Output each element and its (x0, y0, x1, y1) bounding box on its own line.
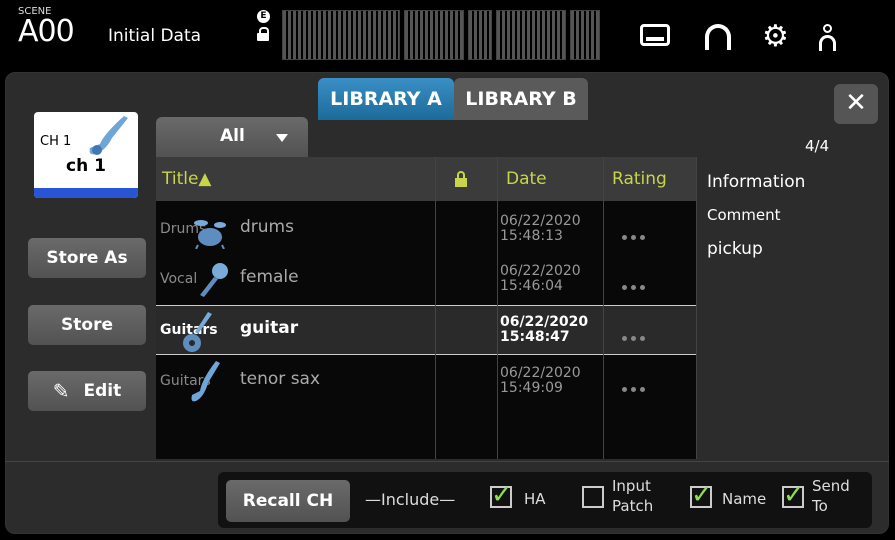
saxophone-icon (89, 116, 128, 155)
close-button[interactable]: ✕ (834, 84, 878, 124)
rating-column-header[interactable]: Rating (612, 169, 667, 189)
include-label: —Include— (365, 490, 456, 509)
divider (5, 461, 889, 462)
library-table: Title▲ Date Rating Drums drums 06/22/202… (156, 157, 876, 459)
channel-block: CH 1 ch 1 (34, 112, 138, 198)
microphone-icon (200, 263, 228, 297)
meter-group (282, 10, 400, 60)
lock-column-icon[interactable] (455, 171, 467, 187)
column-divider (603, 157, 604, 459)
column-divider (696, 157, 697, 459)
lock-icon (257, 27, 269, 41)
gear-icon[interactable]: ⚙ (762, 22, 789, 52)
table-row[interactable]: Guitars tenor sax 06/22/2020 15:49:09 (156, 357, 696, 407)
name-label: Name (722, 490, 767, 508)
scene-title[interactable]: Initial Data (108, 26, 201, 46)
meter-group (496, 10, 566, 60)
edit-label: Edit (83, 381, 122, 401)
row-title: female (240, 267, 299, 287)
send-to-checkbox[interactable] (782, 480, 805, 510)
tab-library-b[interactable]: LIBRARY B (454, 78, 588, 120)
date-column-header[interactable]: Date (506, 169, 547, 189)
store-button[interactable]: Store (28, 305, 146, 345)
row-rating[interactable] (622, 377, 649, 396)
chevron-down-icon (276, 134, 288, 142)
headphones-icon[interactable] (705, 24, 731, 50)
top-bar: SCENE A00 Initial Data E ⚙ (0, 0, 895, 72)
user-icon[interactable] (818, 24, 838, 52)
meter-group (468, 10, 492, 60)
name-checkbox[interactable] (690, 480, 713, 510)
meter-group (404, 10, 464, 60)
row-rating[interactable] (622, 225, 649, 244)
row-title: guitar (240, 318, 299, 338)
item-counter: 4/4 (805, 137, 830, 155)
input-patch-label: Input Patch (612, 477, 654, 515)
column-divider (497, 157, 498, 459)
channel-number: CH 1 (40, 134, 72, 149)
recorder-icon[interactable] (640, 24, 670, 46)
filter-dropdown[interactable]: All (156, 117, 308, 157)
ha-label: HA (524, 490, 546, 508)
e-indicator-icon: E (257, 10, 270, 23)
drums-icon (194, 220, 226, 249)
row-title: drums (240, 217, 294, 237)
guitar-icon (183, 312, 212, 352)
row-category: Vocal (160, 271, 198, 287)
input-patch-checkbox[interactable] (582, 486, 604, 508)
row-date: 06/22/2020 15:48:47 (500, 314, 589, 345)
table-row-selected[interactable]: Guitars guitar 06/22/2020 15:48:47 (156, 305, 696, 355)
row-rating[interactable] (622, 275, 649, 294)
row-date: 06/22/2020 15:48:13 (500, 213, 581, 244)
row-date: 06/22/2020 15:46:04 (500, 263, 581, 294)
meter-group (570, 10, 600, 60)
saxophone-icon (191, 361, 220, 402)
ha-checkbox[interactable] (490, 480, 513, 510)
channel-color-bar (34, 188, 138, 198)
table-header: Title▲ Date Rating (156, 157, 696, 201)
table-row[interactable]: Vocal female 06/22/2020 15:46:04 (156, 255, 696, 305)
row-date: 06/22/2020 15:49:09 (500, 365, 581, 396)
row-title: tenor sax (240, 369, 321, 389)
send-to-label: Send To (812, 477, 850, 515)
column-divider (435, 157, 436, 459)
comment-text: pickup (707, 239, 763, 259)
row-rating[interactable] (622, 326, 649, 345)
status-indicators: E (257, 10, 271, 41)
title-column-header[interactable]: Title▲ (162, 169, 212, 189)
table-row[interactable]: Drums drums 06/22/2020 15:48:13 (156, 205, 696, 255)
information-header: Information (707, 172, 806, 192)
comment-label: Comment (707, 206, 781, 224)
tab-library-a[interactable]: LIBRARY A (318, 78, 454, 120)
store-as-button[interactable]: Store As (28, 238, 146, 278)
filter-value: All (220, 126, 245, 146)
level-meters[interactable] (282, 10, 600, 60)
recall-ch-button[interactable]: Recall CH (226, 480, 350, 522)
table-body: Drums drums 06/22/2020 15:48:13 Vocal fem… (156, 201, 696, 459)
pencil-icon: ✎ (52, 379, 70, 403)
edit-button[interactable]: ✎ Edit (28, 371, 146, 411)
channel-name: ch 1 (66, 156, 106, 176)
scene-number[interactable]: A00 (18, 14, 75, 49)
